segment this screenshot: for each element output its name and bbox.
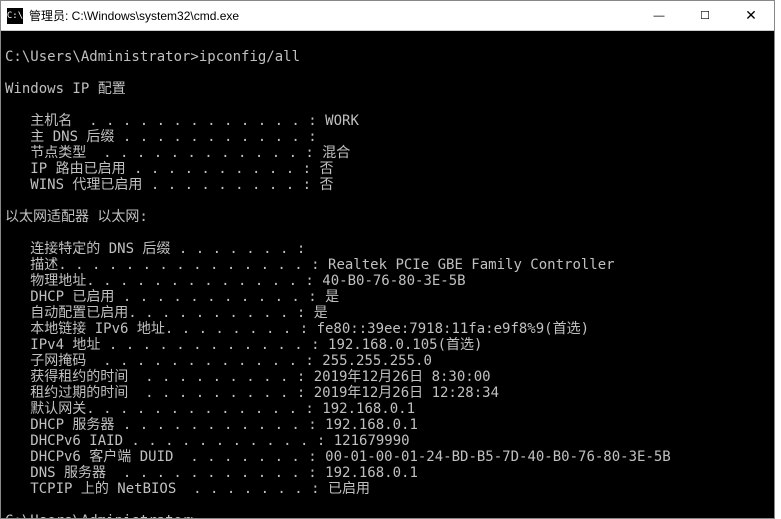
prompt: C:\Users\Administrator>: [5, 49, 199, 65]
minimize-button[interactable]: —: [636, 1, 682, 31]
close-button[interactable]: ✕: [728, 1, 774, 31]
maximize-button[interactable]: ☐: [682, 1, 728, 31]
window-title: 管理员: C:\Windows\system32\cmd.exe: [29, 7, 636, 24]
adapter-dns-server: DNS 服务器 . . . . . . . . . . . : 192.168.…: [5, 465, 418, 481]
cfg-primary-dns: 主 DNS 后缀 . . . . . . . . . . . :: [5, 129, 325, 145]
prompt: C:\Users\Administrator>: [5, 513, 199, 518]
adapter-lease-obtained: 获得租约的时间 . . . . . . . . . : 2019年12月26日 …: [5, 369, 491, 385]
titlebar[interactable]: C:\ 管理员: C:\Windows\system32\cmd.exe — ☐…: [1, 1, 774, 31]
adapter-mac: 物理地址. . . . . . . . . . . . . : 40-B0-76…: [5, 273, 466, 289]
cfg-iprouting: IP 路由已启用 . . . . . . . . . . : 否: [5, 161, 333, 177]
terminal-output[interactable]: C:\Users\Administrator>ipconfig/all Wind…: [1, 31, 774, 518]
adapter-description: 描述. . . . . . . . . . . . . . . : Realte…: [5, 257, 615, 273]
adapter-lease-expires: 租约过期的时间 . . . . . . . . . : 2019年12月26日 …: [5, 385, 499, 401]
adapter-dhcp: DHCP 已启用 . . . . . . . . . . . : 是: [5, 289, 339, 305]
section-header: Windows IP 配置: [5, 81, 126, 97]
adapter-dnssuffix: 连接特定的 DNS 后缀 . . . . . . . :: [5, 241, 314, 257]
adapter-linklocal-ipv6: 本地链接 IPv6 地址. . . . . . . . : fe80::39ee…: [5, 321, 589, 337]
adapter-ipv4: IPv4 地址 . . . . . . . . . . . . : 192.16…: [5, 337, 482, 353]
adapter-autoconf: 自动配置已启用. . . . . . . . . . : 是: [5, 305, 328, 321]
cfg-nodetype: 节点类型 . . . . . . . . . . . . : 混合: [5, 145, 350, 161]
adapter-subnet: 子网掩码 . . . . . . . . . . . . : 255.255.2…: [5, 353, 432, 369]
window-controls: — ☐ ✕: [636, 1, 774, 31]
adapter-gateway: 默认网关. . . . . . . . . . . . . : 192.168.…: [5, 401, 415, 417]
adapter-netbios: TCPIP 上的 NetBIOS . . . . . . . : 已启用: [5, 481, 370, 497]
cmd-icon: C:\: [7, 8, 23, 24]
adapter-dhcp-server: DHCP 服务器 . . . . . . . . . . . : 192.168…: [5, 417, 418, 433]
cfg-winsproxy: WINS 代理已启用 . . . . . . . . . : 否: [5, 177, 333, 193]
adapter-header: 以太网适配器 以太网:: [5, 209, 148, 225]
prompt-line: C:\Users\Administrator>: [5, 513, 199, 518]
command-text: ipconfig/all: [199, 49, 300, 65]
adapter-dhcpv6-duid: DHCPv6 客户端 DUID . . . . . . . : 00-01-00…: [5, 449, 671, 465]
adapter-dhcpv6-iaid: DHCPv6 IAID . . . . . . . . . . . : 1216…: [5, 433, 410, 449]
prompt-line: C:\Users\Administrator>ipconfig/all: [5, 49, 300, 65]
cfg-hostname: 主机名 . . . . . . . . . . . . . : WORK: [5, 113, 359, 129]
cmd-window: C:\ 管理员: C:\Windows\system32\cmd.exe — ☐…: [0, 0, 775, 519]
